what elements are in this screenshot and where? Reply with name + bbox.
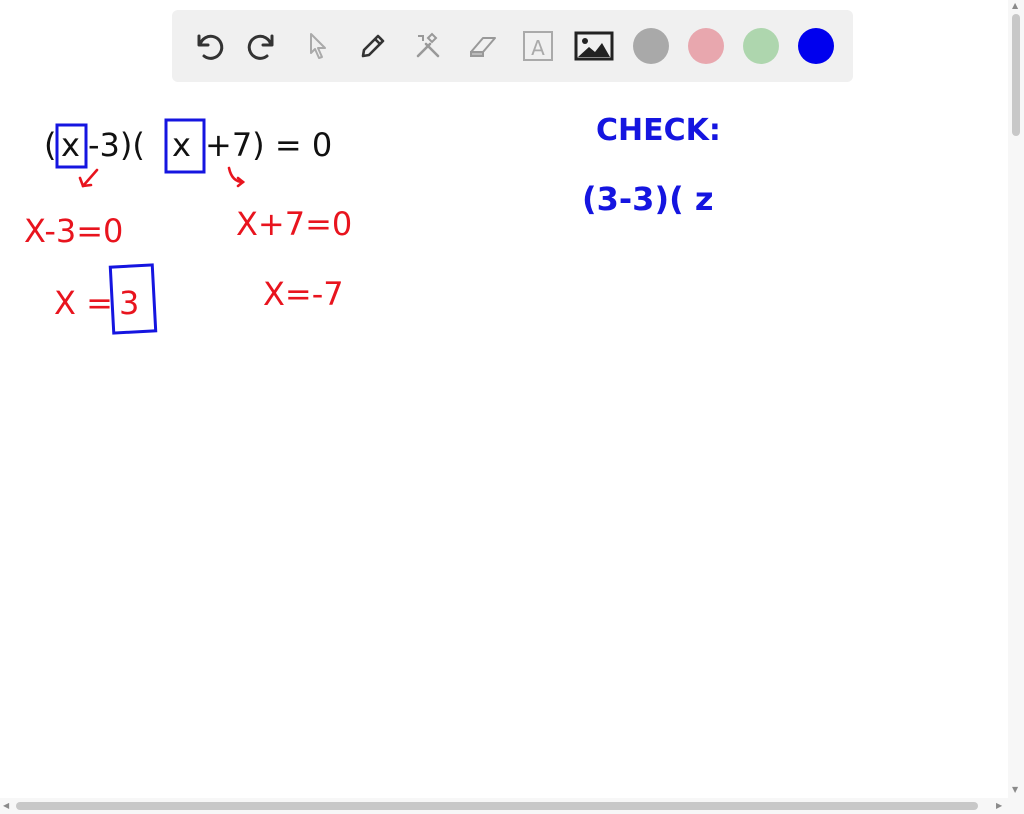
vertical-scroll-thumb[interactable] (1012, 14, 1020, 136)
tools-icon[interactable] (406, 24, 450, 68)
image-icon[interactable] (572, 24, 616, 68)
color-swatch-pink[interactable] (688, 28, 724, 64)
drawing-toolbar: A (172, 10, 853, 82)
case2-solution: X=-7 (263, 275, 344, 313)
undo-icon[interactable] (186, 24, 230, 68)
redo-icon[interactable] (241, 24, 285, 68)
equation-x2: x (172, 126, 191, 164)
check-label: CHECK: (596, 113, 721, 148)
color-swatch-gray[interactable] (633, 28, 669, 64)
arrow-left (81, 168, 99, 188)
equation-middle: -3)( (88, 126, 145, 164)
equation-x1: x (61, 126, 80, 164)
case1-lhs: X = (54, 284, 113, 322)
case1-equation: X-3=0 (24, 212, 123, 250)
drawing-canvas[interactable]: ( x -3)( x +7) = 0 X-3=0 X+7=0 X = 3 X=-… (0, 90, 1008, 798)
equation-open-paren: ( (44, 126, 56, 164)
eraser-icon[interactable] (461, 24, 505, 68)
scroll-left-arrow-icon[interactable]: ◀ (3, 802, 9, 810)
scroll-right-arrow-icon[interactable]: ▶ (996, 802, 1002, 810)
check-work: (3-3)( z (582, 180, 713, 218)
color-swatch-blue[interactable] (798, 28, 834, 64)
case2-equation: X+7=0 (236, 205, 352, 243)
scroll-up-arrow-icon[interactable]: ▲ (1012, 2, 1018, 10)
case1-solution: 3 (119, 284, 139, 322)
text-icon[interactable]: A (516, 24, 560, 68)
color-swatch-green[interactable] (743, 28, 779, 64)
horizontal-scroll-thumb[interactable] (16, 802, 978, 810)
select-pointer-icon[interactable] (296, 24, 340, 68)
pen-icon[interactable] (351, 24, 395, 68)
equation-right: +7) = 0 (205, 126, 332, 164)
text-icon-glyph: A (531, 36, 545, 60)
scroll-down-arrow-icon[interactable]: ▼ (1012, 786, 1018, 794)
horizontal-scrollbar[interactable]: ◀ ▶ (0, 798, 1024, 814)
vertical-scrollbar[interactable]: ▲ ▼ (1008, 0, 1024, 798)
